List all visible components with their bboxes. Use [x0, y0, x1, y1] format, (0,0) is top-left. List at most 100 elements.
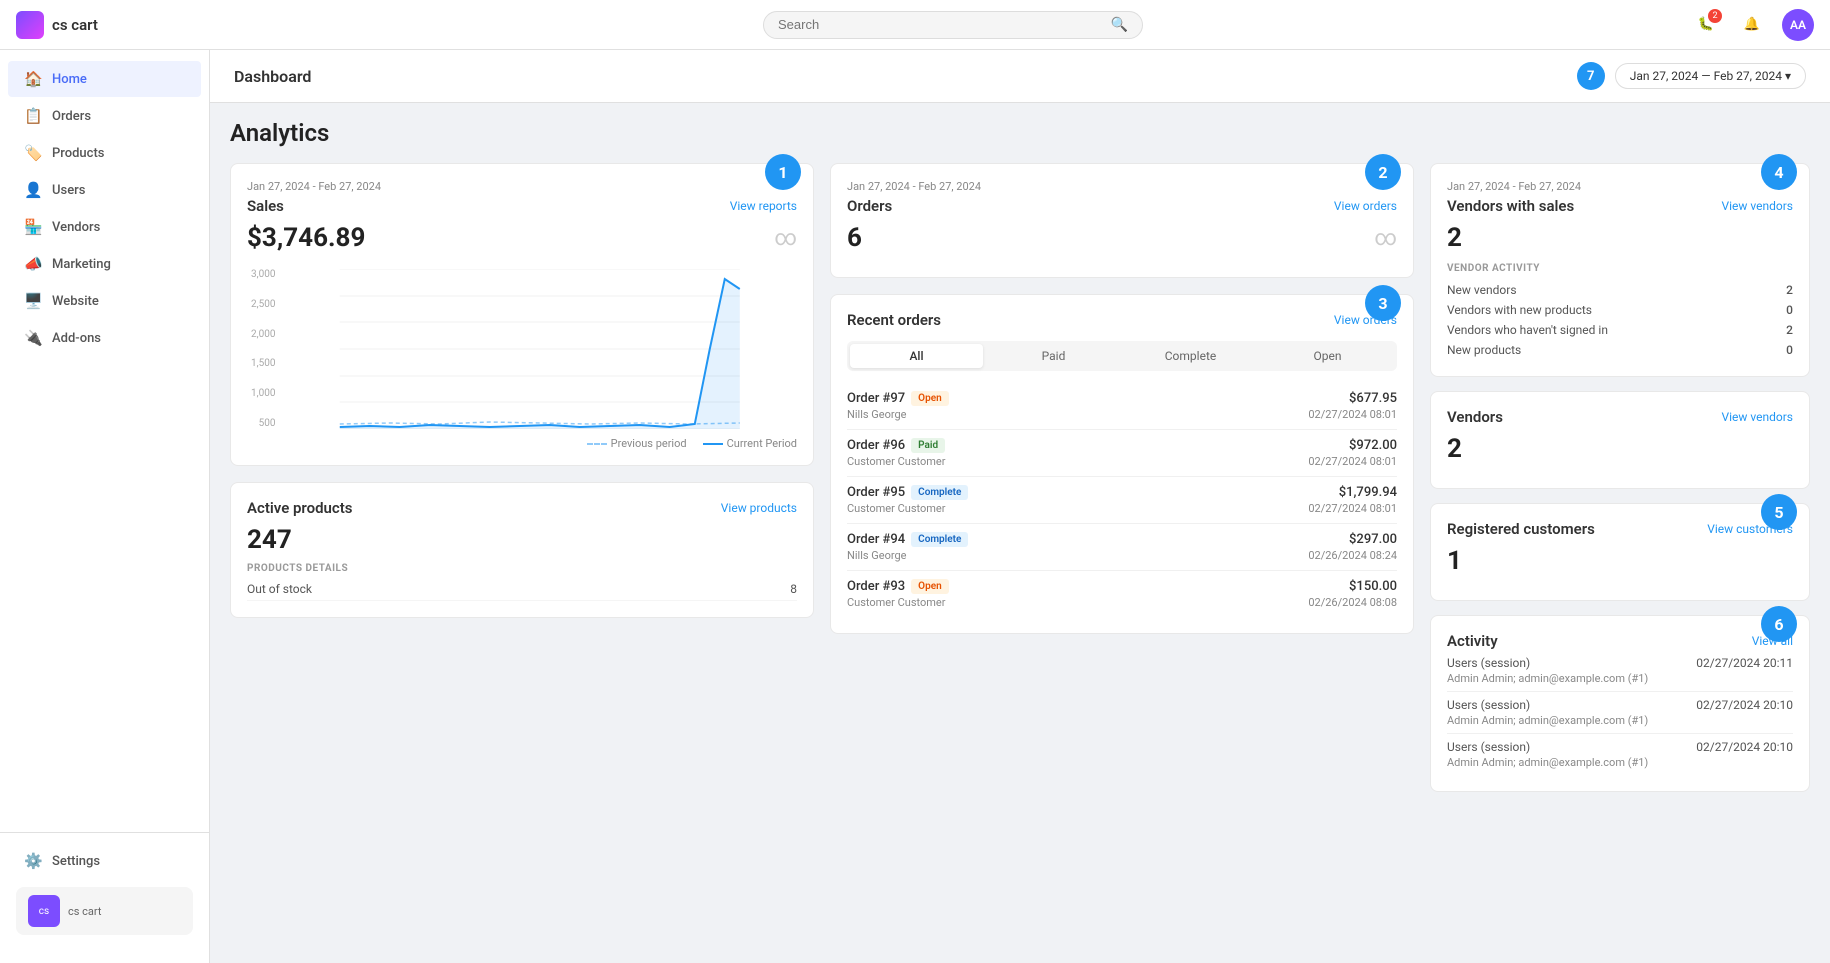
vendor-activity-row: New products0: [1447, 340, 1793, 360]
content-header: Dashboard 7 Jan 27, 2024 — Feb 27, 2024 …: [210, 50, 1830, 103]
sidebar-item-products[interactable]: 🏷️Products: [8, 135, 201, 171]
curr-period-legend: Current Period: [703, 437, 797, 450]
vendors-title: Vendors: [1447, 408, 1503, 426]
dashboard-title: Dashboard: [234, 67, 311, 86]
activity-rows: Users (session) 02/27/2024 20:11 Admin A…: [1447, 650, 1793, 775]
vendors-value: 2: [1447, 434, 1793, 464]
sidebar-nav: 🏠Home📋Orders🏷️Products 👤 Users 🏪 Vendors 📣Mar…: [0, 60, 209, 357]
orders-list: Order #97 Open Nills George $677.95 02/2…: [847, 383, 1397, 617]
products-title-row: Active products View products: [247, 499, 797, 517]
order-right: $297.00 02/26/2024 08:24: [1308, 532, 1397, 562]
customers-title: Registered customers: [1447, 520, 1595, 538]
bell-icon[interactable]: 🔔: [1736, 9, 1768, 41]
sidebar-item-vendors[interactable]: 🏪 Vendors: [8, 209, 201, 245]
sidebar-item-home[interactable]: 🏠Home: [8, 61, 201, 97]
order-row: Order #94 Complete Nills George $297.00 …: [847, 524, 1397, 571]
users-icon: 👤: [24, 181, 42, 199]
vendors-icon: 🏪: [24, 218, 42, 236]
avatar[interactable]: AA: [1782, 9, 1814, 41]
sidebar-label-marketing: Marketing: [52, 257, 111, 272]
prev-period-legend: Previous period: [587, 437, 687, 450]
search-bar: 🔍: [216, 11, 1690, 39]
sidebar-item-marketing[interactable]: 📣Marketing: [8, 246, 201, 282]
logo-text: cs cart: [52, 16, 98, 34]
date-range-text: Jan 27, 2024 — Feb 27, 2024 ▾: [1630, 69, 1791, 83]
prev-period-label: Previous period: [611, 437, 687, 450]
content: Dashboard 7 Jan 27, 2024 — Feb 27, 2024 …: [210, 50, 1830, 963]
search-wrap: 🔍: [763, 11, 1143, 39]
vendor-activity-row: New vendors2: [1447, 280, 1793, 300]
search-input[interactable]: [778, 17, 1111, 32]
status-badge: Complete: [911, 532, 968, 547]
activity-row: Users (session) 02/27/2024 20:10 Admin A…: [1447, 734, 1793, 775]
search-icon: 🔍: [1111, 17, 1128, 33]
order-row: Order #97 Open Nills George $677.95 02/2…: [847, 383, 1397, 430]
right-column: 4 Jan 27, 2024 - Feb 27, 2024 Vendors wi…: [1430, 163, 1810, 806]
orders-badge: 2: [1365, 154, 1401, 190]
sidebar-label-vendors: Vendors: [52, 220, 100, 235]
order-left: Order #94 Complete Nills George: [847, 532, 968, 562]
chart-wrap: 3,000 2,500 2,000 1,500 1,000 500: [247, 269, 797, 433]
status-badge: Complete: [911, 485, 968, 500]
vendors-section-title-row: Vendors View vendors: [1447, 408, 1793, 426]
customers-value: 1: [1447, 546, 1793, 576]
sidebar-label-users: Users: [52, 183, 85, 198]
order-left: Order #95 Complete Customer Customer: [847, 485, 968, 515]
sidebar-item-orders[interactable]: 📋Orders: [8, 98, 201, 134]
content-body: Analytics 1 Jan 27, 2024 - Feb 27, 2024 …: [210, 103, 1830, 822]
customers-title-row: Registered customers View customers: [1447, 520, 1793, 538]
logo[interactable]: cs cart: [16, 11, 216, 39]
activity-title-row: Activity View all: [1447, 632, 1793, 650]
vendor-activity-rows: New vendors2Vendors with new products0Ve…: [1447, 280, 1793, 360]
settings-icon: ⚙️: [24, 852, 42, 870]
order-tab-open[interactable]: Open: [1261, 344, 1394, 368]
view-vendors-link-1[interactable]: View vendors: [1721, 199, 1793, 213]
order-row: Order #95 Complete Customer Customer $1,…: [847, 477, 1397, 524]
activity-row: Users (session) 02/27/2024 20:11 Admin A…: [1447, 650, 1793, 692]
chart-area: 3,000 2,500 2,000 1,500 1,000 500: [247, 269, 797, 449]
order-tab-complete[interactable]: Complete: [1124, 344, 1257, 368]
orders-icon: 📋: [24, 107, 42, 125]
orders-card: 2 Jan 27, 2024 - Feb 27, 2024 Orders Vie…: [830, 163, 1414, 278]
sales-value-row: $3,746.89 ∞: [247, 215, 797, 261]
date-range-btn[interactable]: Jan 27, 2024 — Feb 27, 2024 ▾: [1615, 63, 1806, 89]
settings-label: Settings: [52, 854, 100, 869]
view-reports-link[interactable]: View reports: [730, 199, 797, 213]
sidebar-item-website[interactable]: 🖥️Website: [8, 283, 201, 319]
sales-badge: 1: [765, 154, 801, 190]
left-column: 1 Jan 27, 2024 - Feb 27, 2024 Sales View…: [230, 163, 814, 806]
out-of-stock-label: Out of stock: [247, 582, 312, 596]
main-layout: 🏠Home📋Orders🏷️Products 👤 Users 🏪 Vendors 📣Mar…: [0, 50, 1830, 963]
vendor-activity-row: Vendors with new products0: [1447, 300, 1793, 320]
recent-orders-card: 3 Recent orders View orders AllPaidCompl…: [830, 294, 1414, 634]
order-left: Order #97 Open Nills George: [847, 391, 949, 421]
order-tab-paid[interactable]: Paid: [987, 344, 1120, 368]
y-axis: 3,000 2,500 2,000 1,500 1,000 500: [247, 269, 279, 429]
orders-date: Jan 27, 2024 - Feb 27, 2024: [847, 180, 1397, 193]
sidebar-item-users[interactable]: 👤 Users: [8, 172, 201, 208]
view-vendors-link-2[interactable]: View vendors: [1721, 410, 1793, 424]
bug-icon[interactable]: 🐛 2: [1690, 9, 1722, 41]
sales-date: Jan 27, 2024 - Feb 27, 2024: [247, 180, 797, 193]
curr-period-label: Current Period: [727, 437, 797, 450]
period-badge: 7: [1577, 62, 1605, 90]
order-right: $677.95 02/27/2024 08:01: [1308, 391, 1397, 421]
sidebar-label-website: Website: [52, 294, 99, 309]
order-left: Order #96 Paid Customer Customer: [847, 438, 945, 468]
activity-card: 6 Activity View all Users (session) 02/2…: [1430, 615, 1810, 792]
sidebar-item-settings[interactable]: ⚙️ Settings: [8, 843, 201, 879]
sidebar-label-home: Home: [52, 72, 87, 87]
analytics-title: Analytics: [230, 119, 1810, 147]
vendors-sales-badge: 4: [1761, 154, 1797, 190]
active-products-value: 247: [247, 525, 797, 555]
view-orders-link-1[interactable]: View orders: [1334, 199, 1397, 213]
view-products-link[interactable]: View products: [721, 501, 797, 515]
orders-infinity: ∞: [1374, 226, 1397, 251]
order-tab-all[interactable]: All: [850, 344, 983, 368]
sidebar-item-addons[interactable]: 🔌Add-ons: [8, 320, 201, 356]
addons-icon: 🔌: [24, 329, 42, 347]
chart-container: [283, 269, 797, 433]
topbar-right: 🐛 2 🔔 AA: [1690, 9, 1814, 41]
sidebar-bottom: ⚙️ Settings cs cs cart: [0, 832, 209, 953]
store-badge[interactable]: cs cs cart: [16, 887, 193, 935]
